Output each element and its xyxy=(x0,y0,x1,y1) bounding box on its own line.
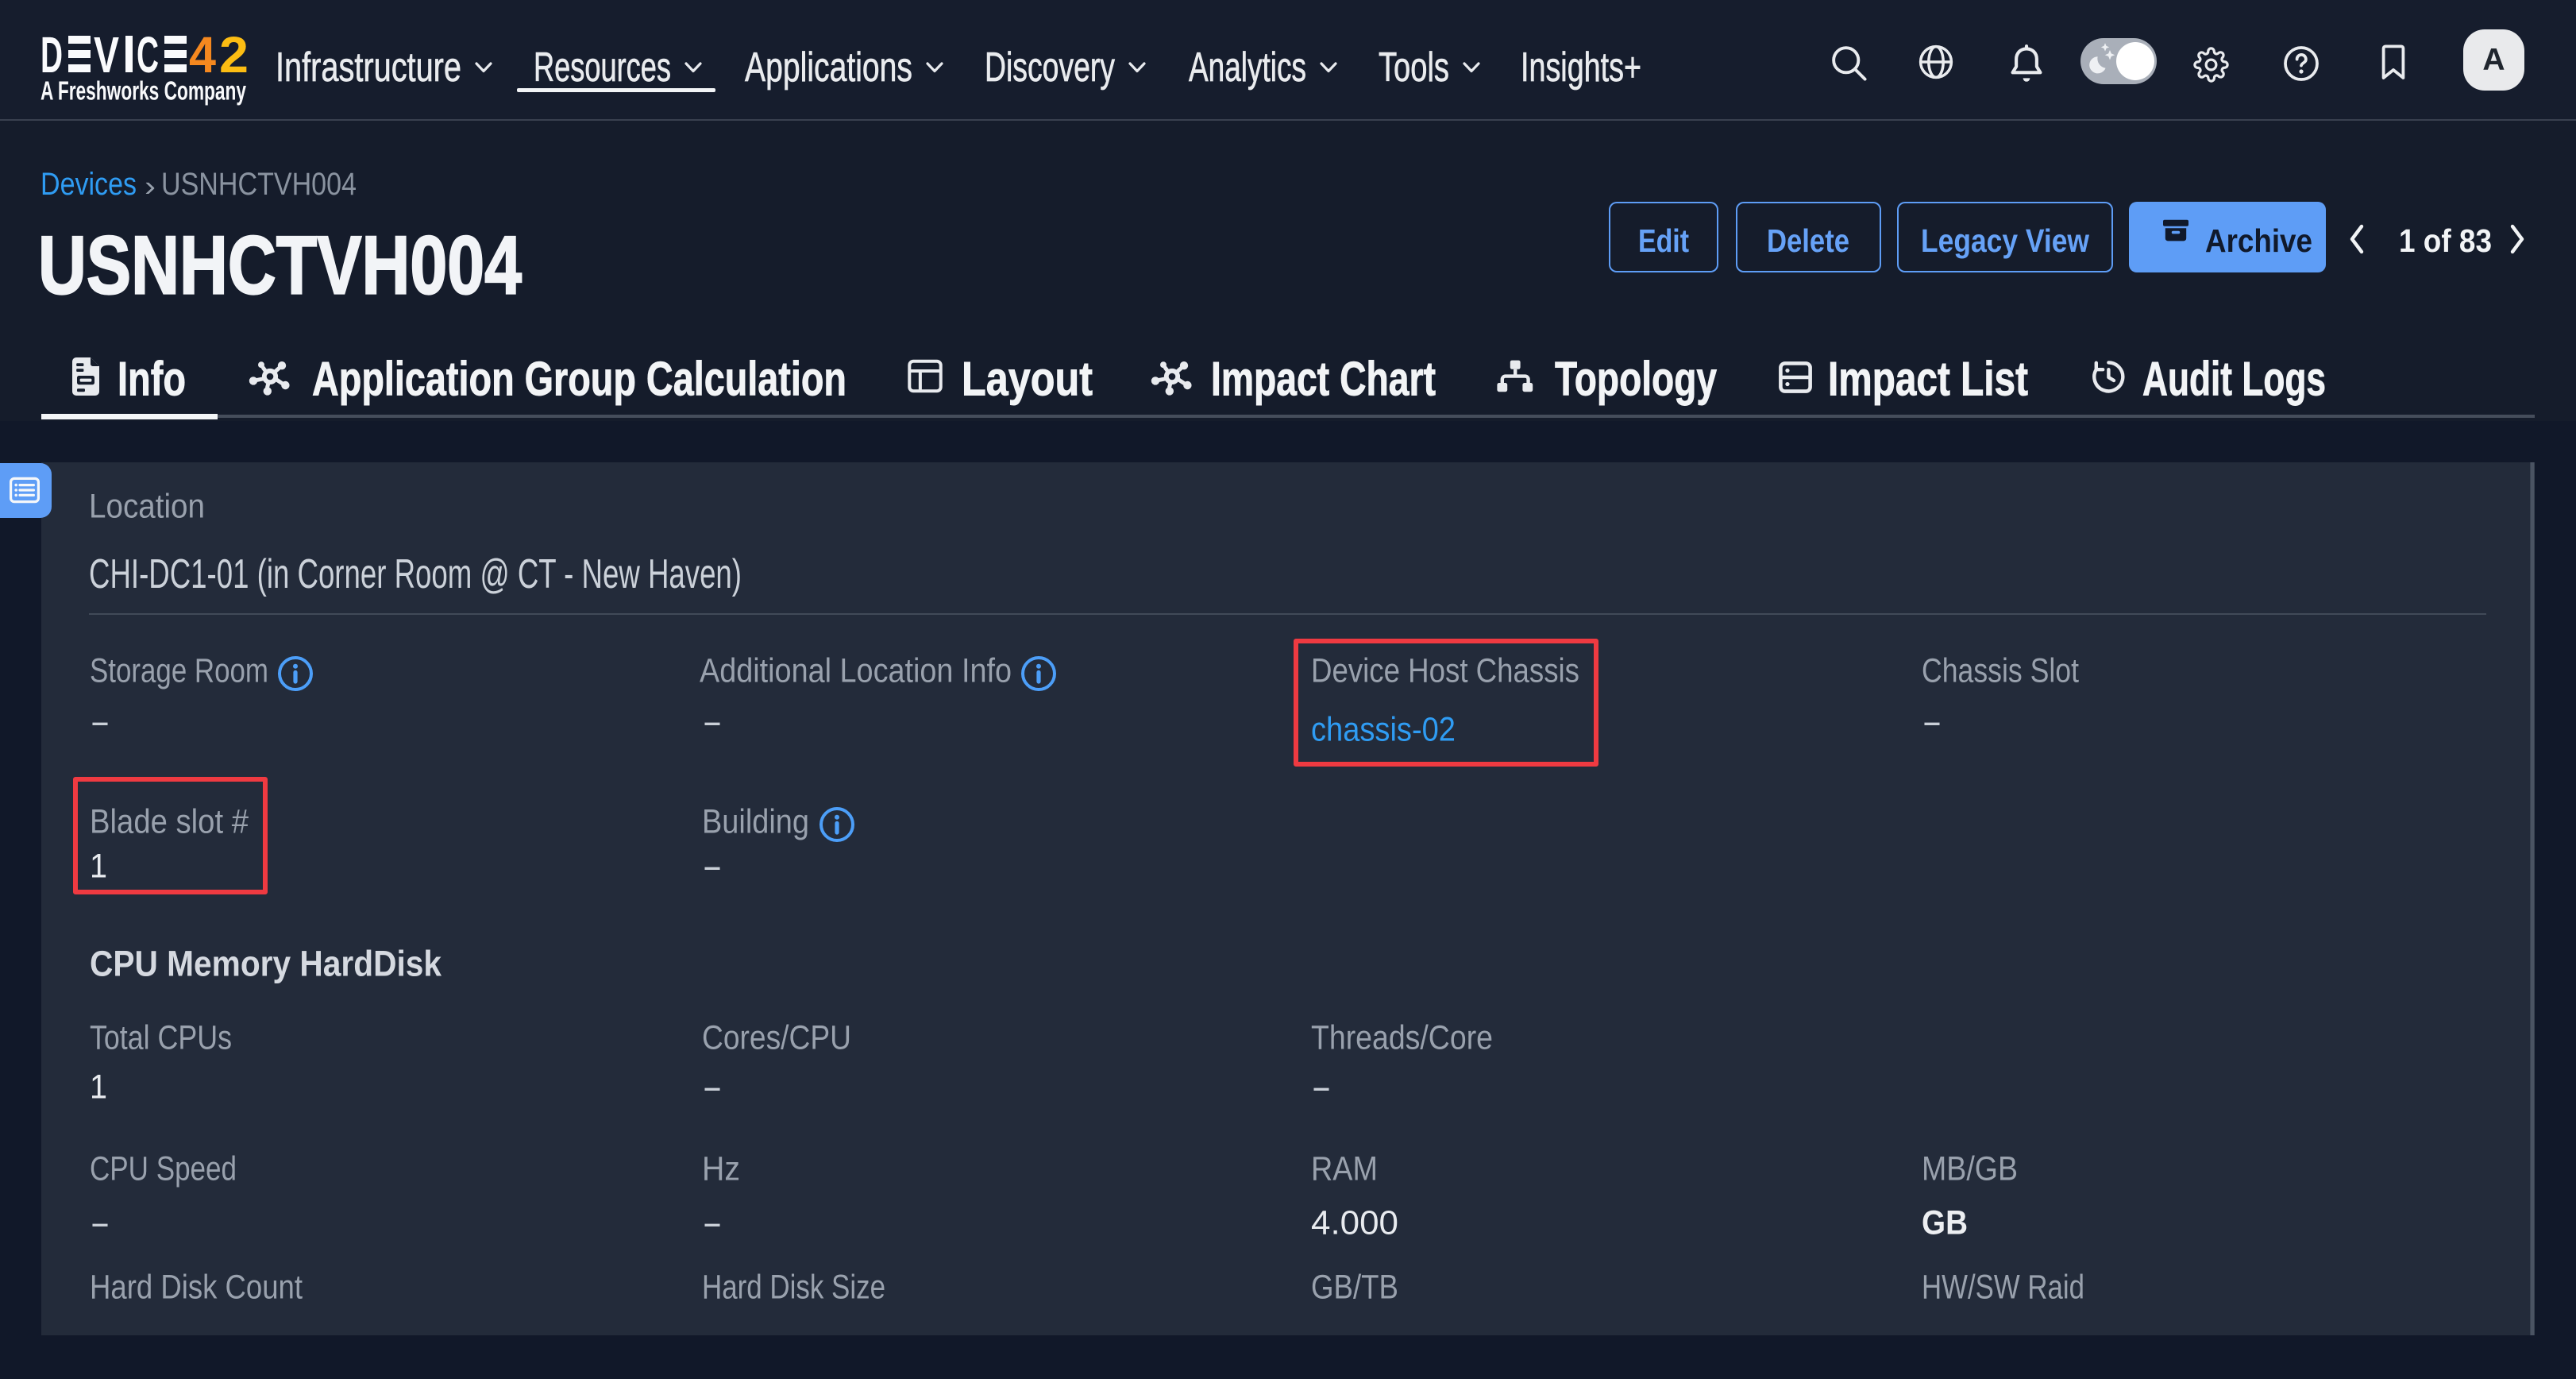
svg-text:Edit: Edit xyxy=(1638,222,1689,259)
svg-text:-: - xyxy=(1922,703,1942,740)
svg-text:C: C xyxy=(137,26,159,83)
svg-text:CHI-DC1-01 (in Corner Room @ C: CHI-DC1-01 (in Corner Room @ CT - New Ha… xyxy=(89,551,742,597)
svg-text:Devices: Devices xyxy=(40,167,137,202)
svg-text:1: 1 xyxy=(90,1068,107,1106)
svg-text:Additional Location Info: Additional Location Info xyxy=(700,652,1012,690)
svg-text:Info: Info xyxy=(118,351,186,405)
svg-text:Cores/CPU: Cores/CPU xyxy=(702,1019,851,1056)
svg-text:CPU Speed: CPU Speed xyxy=(90,1150,237,1188)
svg-text:2: 2 xyxy=(219,26,249,83)
svg-text:-: - xyxy=(1311,1068,1332,1106)
svg-text:Legacy View: Legacy View xyxy=(1921,222,2090,259)
svg-text:V: V xyxy=(94,26,119,83)
svg-text:1 of 83: 1 of 83 xyxy=(2399,222,2492,259)
svg-text:Topology: Topology xyxy=(1555,351,1717,405)
svg-text:Hz: Hz xyxy=(702,1150,740,1188)
svg-text:Discovery: Discovery xyxy=(985,44,1115,91)
svg-text:Infrastructure: Infrastructure xyxy=(276,44,461,91)
svg-text:Audit Logs: Audit Logs xyxy=(2142,351,2326,405)
svg-text:MB/GB: MB/GB xyxy=(1922,1150,2018,1188)
svg-text:USNHCTVH004: USNHCTVH004 xyxy=(161,167,357,202)
svg-text:Insights+: Insights+ xyxy=(1521,44,1641,91)
svg-text:Building: Building xyxy=(702,803,809,840)
svg-text:-: - xyxy=(90,703,110,740)
svg-text:Applications: Applications xyxy=(745,44,912,91)
svg-text:Threads/Core: Threads/Core xyxy=(1311,1019,1493,1056)
svg-text:4: 4 xyxy=(189,26,216,83)
svg-text:GB/TB: GB/TB xyxy=(1311,1269,1398,1306)
svg-text:GB: GB xyxy=(1922,1204,1968,1242)
svg-text:-: - xyxy=(702,703,723,740)
svg-text:Impact Chart: Impact Chart xyxy=(1211,351,1436,405)
svg-text:A Freshworks Company: A Freshworks Company xyxy=(40,75,246,105)
svg-text:-: - xyxy=(702,1204,723,1242)
svg-text:Chassis Slot: Chassis Slot xyxy=(1922,652,2079,690)
svg-text:Location: Location xyxy=(89,488,205,525)
svg-text:Hard Disk Size: Hard Disk Size xyxy=(702,1269,885,1306)
svg-text:-: - xyxy=(702,848,723,885)
svg-text:-: - xyxy=(90,1204,110,1242)
svg-text:Storage Room: Storage Room xyxy=(90,652,268,690)
svg-text:CPU Memory HardDisk: CPU Memory HardDisk xyxy=(90,943,442,983)
svg-text:RAM: RAM xyxy=(1311,1150,1378,1188)
svg-text:Hard Disk Count: Hard Disk Count xyxy=(90,1269,303,1306)
svg-text:Resources: Resources xyxy=(534,44,671,91)
svg-text:4.000: 4.000 xyxy=(1311,1204,1398,1242)
svg-text:HW/SW Raid: HW/SW Raid xyxy=(1922,1269,2084,1306)
svg-text:›: › xyxy=(145,171,156,203)
svg-text:Application Group Calculation: Application Group Calculation xyxy=(312,351,846,405)
svg-text:Layout: Layout xyxy=(962,351,1093,405)
svg-text:-: - xyxy=(702,1068,723,1106)
svg-text:Tools: Tools xyxy=(1379,44,1449,91)
svg-text:Delete: Delete xyxy=(1767,222,1849,259)
svg-text:Total CPUs: Total CPUs xyxy=(90,1019,232,1056)
svg-text:Archive: Archive xyxy=(2205,222,2312,259)
svg-text:D: D xyxy=(40,26,63,83)
svg-text:USNHCTVH004: USNHCTVH004 xyxy=(38,219,522,311)
svg-text:Impact List: Impact List xyxy=(1828,351,2028,405)
svg-text:Analytics: Analytics xyxy=(1189,44,1306,91)
